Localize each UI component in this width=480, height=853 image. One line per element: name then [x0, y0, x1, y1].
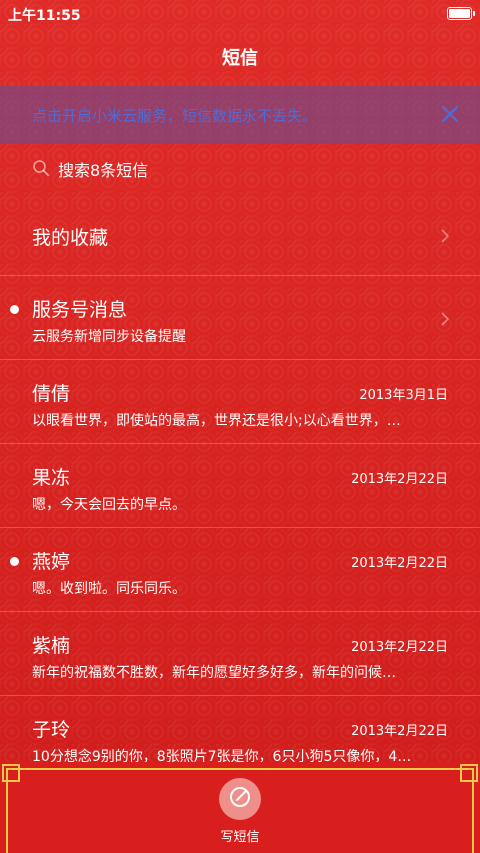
- conversation-name: 果冻: [32, 467, 71, 489]
- favorites-label: 我的收藏: [32, 227, 109, 249]
- close-icon[interactable]: [432, 96, 468, 132]
- battery-icon: [447, 7, 475, 20]
- conversation-name: 紫楠: [32, 635, 71, 657]
- conversation-date: 2013年2月22日: [351, 724, 448, 739]
- battery-fill: [449, 9, 470, 18]
- compose-button[interactable]: [219, 778, 261, 820]
- banner-text[interactable]: 点击开启小米云服务，短信数据永不丢失。: [32, 105, 317, 126]
- cloud-service-banner[interactable]: 点击开启小米云服务，短信数据永不丢失。: [0, 86, 480, 144]
- conversation-preview: 新年的祝福数不胜数，新年的愿望好多好多，新年的问候…: [32, 665, 396, 681]
- conversation-name: 子玲: [32, 719, 71, 741]
- compose-label[interactable]: 写短信: [0, 826, 480, 845]
- conversation-item[interactable]: 倩倩 2013年3月1日 以眼看世界，即使站的最高，世界还是很小;以心看世界，…: [0, 360, 480, 444]
- conversation-preview: 嗯，今天会回去的早点。: [32, 497, 186, 513]
- page-title: 短信: [222, 48, 258, 69]
- conversation-preview: 以眼看世界，即使站的最高，世界还是很小;以心看世界，…: [32, 413, 401, 429]
- search-bar[interactable]: 搜索8条短信: [0, 144, 480, 190]
- status-bar: 上午11:55: [0, 0, 480, 28]
- service-messages-item[interactable]: 服务号消息 云服务新增同步设备提醒: [0, 276, 480, 360]
- favorites-item[interactable]: 我的收藏: [0, 198, 480, 276]
- conversation-name: 燕婷: [32, 551, 71, 573]
- compose-icon: [227, 784, 253, 814]
- conversation-date: 2013年3月1日: [359, 388, 448, 403]
- conversation-name: 倩倩: [32, 383, 71, 405]
- conversation-name: 服务号消息: [32, 299, 128, 321]
- chevron-right-icon: [440, 311, 450, 327]
- conversation-date: 2013年2月22日: [351, 472, 448, 487]
- chevron-right-icon: [440, 228, 450, 244]
- conversation-item[interactable]: 果冻 2013年2月22日 嗯，今天会回去的早点。: [0, 444, 480, 528]
- frame-corner: [460, 764, 478, 782]
- conversation-item[interactable]: 紫楠 2013年2月22日 新年的祝福数不胜数，新年的愿望好多好多，新年的问候…: [0, 612, 480, 696]
- search-icon: [32, 159, 50, 177]
- conversation-date: 2013年2月22日: [351, 640, 448, 655]
- search-input[interactable]: 搜索8条短信: [58, 157, 148, 181]
- conversation-date: 2013年2月22日: [351, 556, 448, 571]
- unread-dot: [10, 305, 19, 314]
- frame-corner: [2, 764, 20, 782]
- conversation-preview: 云服务新增同步设备提醒: [32, 329, 186, 345]
- conversation-item[interactable]: 燕婷 2013年2月22日 嗯。收到啦。同乐同乐。: [0, 528, 480, 612]
- conversation-list: 服务号消息 云服务新增同步设备提醒 倩倩 2013年3月1日 以眼看世界，即使站…: [0, 276, 480, 780]
- conversation-preview: 嗯。收到啦。同乐同乐。: [32, 581, 186, 597]
- status-time: 上午11:55: [8, 8, 81, 24]
- unread-dot: [10, 557, 19, 566]
